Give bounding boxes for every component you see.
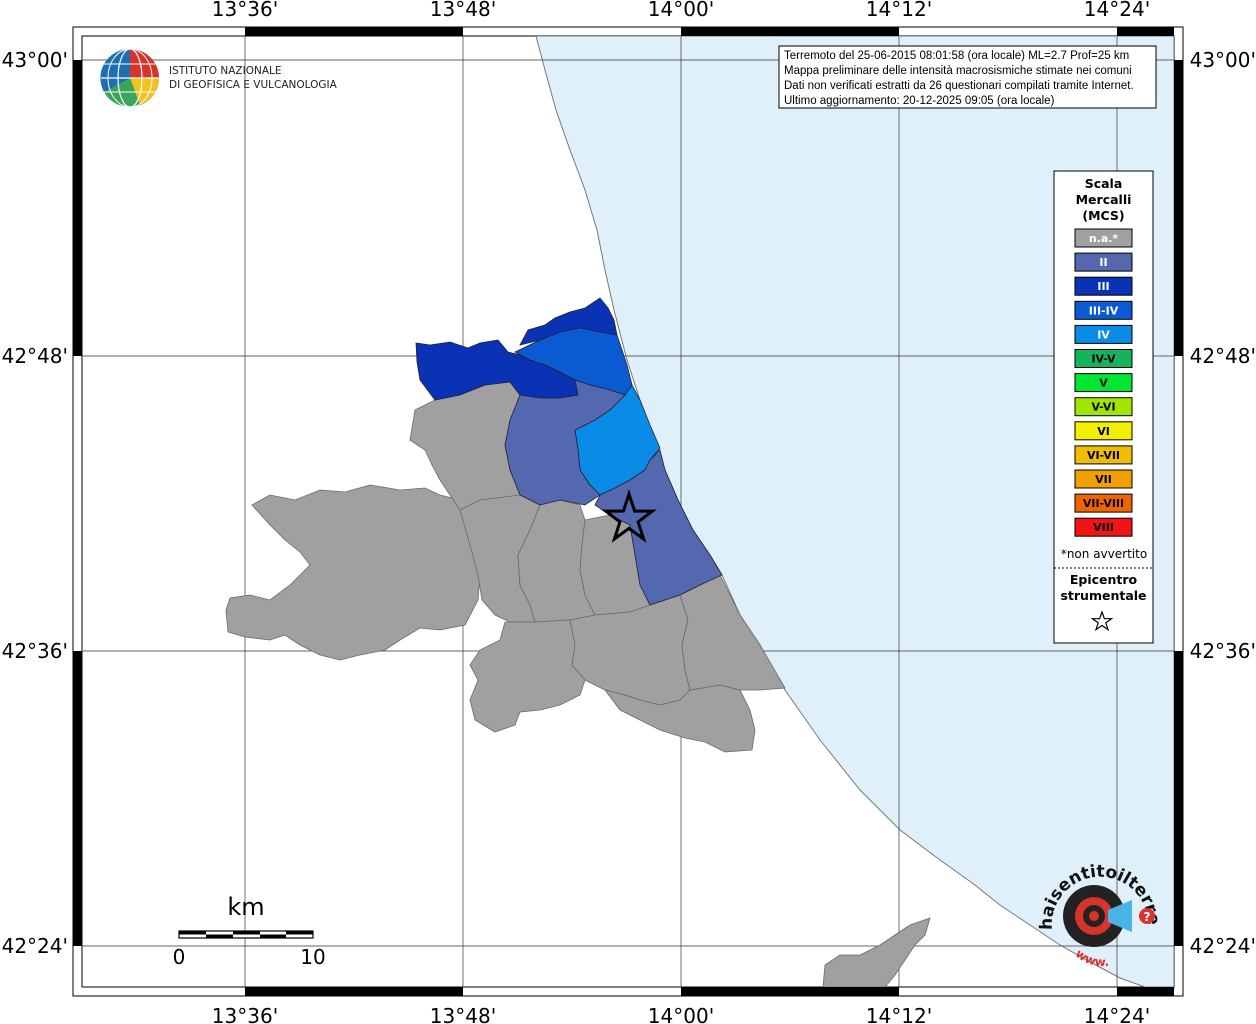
info-box: Terremoto del 25-06-2015 08:01:58 (ora l…: [778, 45, 1157, 109]
legend-title-2: Mercalli: [1076, 192, 1132, 207]
info-line4: Ultimo aggiornamento: 20-12-2025 09:05 (…: [784, 95, 1055, 107]
latitude-labels-right: 43°00' 42°48' 42°36' 42°24': [1190, 48, 1256, 958]
legend-label: III-IV: [1089, 304, 1119, 317]
legend-label: VII: [1095, 473, 1112, 486]
lon-label: 13°36': [212, 0, 278, 21]
lat-label: 42°48': [1190, 344, 1256, 368]
legend-epicenter-2: strumentale: [1060, 588, 1146, 603]
lat-label: 42°24': [2, 934, 68, 958]
legend-label: n.a.*: [1089, 232, 1119, 245]
legend-epicenter-1: Epicentro: [1070, 572, 1138, 587]
legend-label: III: [1097, 280, 1109, 293]
lat-label: 43°00': [2, 48, 68, 72]
lon-label: 14°24': [1084, 1004, 1150, 1024]
legend-label: VII-VIII: [1083, 497, 1124, 510]
question-icon: ?: [1139, 908, 1155, 924]
mcs-legend: Scala Mercalli (MCS) n.a.*IIIIIIII-IVIVI…: [1053, 170, 1154, 644]
scale-unit: km: [227, 893, 264, 921]
legend-label: V-VI: [1091, 401, 1115, 414]
lon-label: 13°48': [430, 0, 496, 21]
legend-label: VIII: [1093, 521, 1114, 534]
legend-label: V: [1099, 377, 1108, 390]
svg-text:?: ?: [1144, 910, 1151, 924]
legend-title-1: Scala: [1085, 176, 1123, 191]
scale-label-10: 10: [300, 945, 325, 969]
legend-label: IV-V: [1091, 353, 1116, 366]
lat-label: 42°36': [2, 639, 68, 663]
legend-label: IV: [1097, 328, 1110, 341]
lon-label: 13°36': [212, 1004, 278, 1024]
legend-title-3: (MCS): [1082, 208, 1124, 223]
legend-label: VI-VII: [1087, 449, 1120, 462]
lon-label: 13°48': [430, 1004, 496, 1024]
lat-label: 42°24': [1190, 934, 1256, 958]
logo-line1: ISTITUTO NAZIONALE: [169, 65, 282, 77]
lat-label: 42°48': [2, 344, 68, 368]
lon-label: 14°12': [866, 1004, 932, 1024]
longitude-labels-top: 13°36' 13°48' 14°00' 14°12' 14°24': [212, 0, 1150, 21]
info-line1: Terremoto del 25-06-2015 08:01:58 (ora l…: [784, 50, 1129, 62]
legend-label: II: [1099, 256, 1107, 269]
lon-label: 14°24': [1084, 0, 1150, 21]
intensity-map: 13°36' 13°48' 14°00' 14°12' 14°24' 13°36…: [0, 0, 1256, 1024]
logo-line2: DI GEOFISICA E VULCANOLOGIA: [169, 79, 338, 91]
lon-label: 14°00': [648, 0, 714, 21]
latitude-labels-left: 43°00' 42°48' 42°36' 42°24': [2, 48, 68, 958]
lat-label: 42°36': [1190, 639, 1256, 663]
legend-label: VI: [1097, 425, 1110, 438]
lon-label: 14°12': [866, 0, 932, 21]
info-line3: Dati non verificati estratti da 26 quest…: [784, 80, 1134, 92]
legend-note: *non avvertito: [1061, 547, 1147, 561]
globe-icon: [100, 48, 159, 108]
scale-label-0: 0: [173, 945, 186, 969]
lon-label: 14°00': [648, 1004, 714, 1024]
longitude-labels-bottom: 13°36' 13°48' 14°00' 14°12' 14°24': [212, 1004, 1150, 1024]
info-line2: Mappa preliminare delle intensità macros…: [784, 65, 1132, 77]
lat-label: 43°00': [1190, 48, 1256, 72]
